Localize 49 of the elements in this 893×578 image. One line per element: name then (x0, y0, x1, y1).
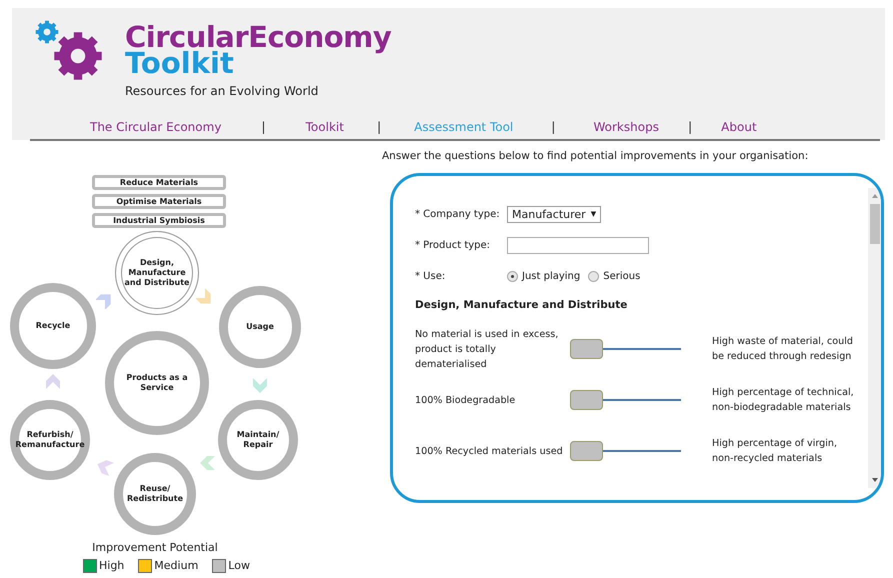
slider-low-label: No material is used in excess, product is totally dematerialised (415, 328, 560, 372)
tagline: Resources for an Evolving World (125, 83, 320, 100)
strategy-box[interactable]: Industrial Symbiosis (92, 213, 226, 228)
stage-circle[interactable]: Maintain/ Repair (218, 400, 298, 480)
field-label: * Product type: (415, 238, 492, 253)
legend-title: Improvement Potential (91, 540, 219, 556)
section-heading: Design, Manufacture and Distribute (415, 298, 628, 313)
radio-button[interactable] (507, 270, 518, 282)
stage-circle[interactable]: Reuse/ Redistribute (114, 453, 196, 535)
nav-link[interactable]: About (721, 118, 757, 136)
strategy-box[interactable]: Optimise Materials (92, 194, 226, 209)
radio-label: Just playing (522, 270, 580, 284)
product-type-field[interactable] (507, 236, 649, 254)
stage-circle[interactable]: Recycle (10, 283, 96, 369)
stage-circle[interactable]: Refurbish/ Remanufacture (10, 400, 90, 480)
slider-thumb[interactable] (570, 339, 603, 359)
nav-link[interactable]: The Circular Economy (90, 118, 222, 136)
legend-label: Low (228, 558, 250, 574)
slider-high-label: High percentage of virgin, non-recycled materials (712, 437, 838, 466)
stage-circle[interactable]: Design, Manufacture and Distribute (115, 231, 199, 315)
slider-thumb[interactable] (570, 390, 603, 410)
stage-circle[interactable]: Products as a Service (105, 331, 209, 435)
nav-link[interactable]: Workshops (593, 118, 659, 136)
chevron-icon (96, 458, 114, 476)
nav-separator: | (688, 118, 692, 136)
stage-circle[interactable]: Usage (219, 286, 301, 368)
nav-separator: | (376, 118, 382, 136)
slider-low-label: 100% Biodegradable (415, 394, 516, 408)
nav-separator: | (261, 118, 266, 136)
chevron-icon (199, 454, 217, 472)
nav-link[interactable]: Toolkit (306, 118, 344, 136)
nav-separator: | (551, 118, 556, 136)
scrollbar-drawing[interactable] (868, 188, 881, 488)
field-label: * Company type: (415, 208, 501, 222)
slider-thumb[interactable] (570, 441, 603, 461)
field-label: * Use: (415, 270, 446, 284)
strategy-box[interactable]: Reduce Materials (92, 175, 226, 190)
site-subtitle: Toolkit (125, 51, 234, 76)
intro-text: Answer the questions below to find potential improvements in your organisation: (382, 149, 810, 164)
site-title: CircularEconomy (125, 24, 392, 51)
slider-high-label: High percentage of technical, non-biodegradable materials (712, 386, 855, 415)
radio-button[interactable] (588, 270, 600, 282)
chevron-icon (251, 376, 269, 394)
radio-label: Serious (603, 270, 640, 284)
legend-label: High (99, 558, 124, 574)
legend-label: Medium (154, 558, 198, 574)
slider-high-label: High waste of material, could be reduced through redesign (712, 335, 854, 364)
chevron-icon (44, 373, 62, 391)
slider-low-label: 100% Recycled materials used (415, 444, 564, 458)
